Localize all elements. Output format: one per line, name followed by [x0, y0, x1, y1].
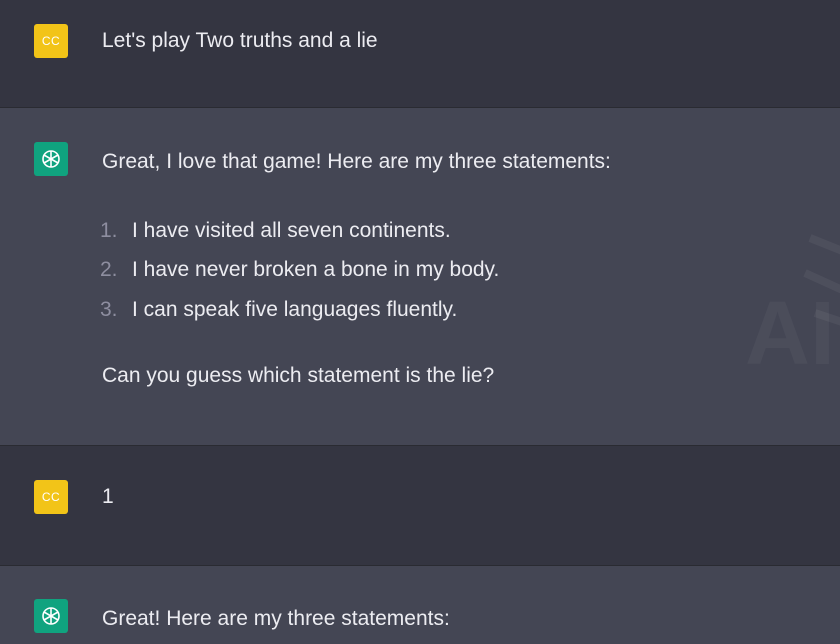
- user-avatar: CC: [34, 24, 68, 58]
- user-message-text: 1: [102, 485, 114, 508]
- list-item-text: I have visited all seven continents.: [132, 218, 451, 242]
- list-item: 2. I have never broken a bone in my body…: [100, 251, 499, 291]
- list-item-number: 2.: [100, 258, 118, 282]
- list-item: 1. I have visited all seven continents.: [100, 211, 499, 251]
- list-item-text: I have never broken a bone in my body.: [132, 258, 500, 282]
- list-item: 3. I can speak five languages fluently.: [100, 290, 499, 330]
- assistant-intro-text: Great! Here are my three statements:: [102, 607, 450, 630]
- assistant-message: Great! Here are my three statements:: [0, 566, 840, 644]
- assistant-avatar: [34, 142, 68, 176]
- assistant-intro-text: Great, I love that game! Here are my thr…: [102, 150, 611, 173]
- openai-logo-icon: [42, 607, 60, 625]
- openai-logo-icon: [42, 150, 60, 168]
- user-message-text: Let's play Two truths and a lie: [102, 29, 378, 52]
- list-item-text: I can speak five languages fluently.: [132, 297, 458, 321]
- user-avatar: CC: [34, 480, 68, 514]
- user-avatar-initials: CC: [41, 34, 61, 48]
- watermark-logo-icon: [803, 234, 840, 326]
- assistant-message: Great, I love that game! Here are my thr…: [0, 108, 840, 446]
- assistant-avatar: [34, 599, 68, 633]
- user-message: CC Let's play Two truths and a lie: [0, 0, 840, 108]
- list-item-number: 1.: [100, 218, 118, 242]
- statement-list: 1. I have visited all seven continents. …: [100, 211, 499, 330]
- user-avatar-initials: CC: [41, 490, 61, 504]
- list-item-number: 3.: [100, 297, 118, 321]
- assistant-outro-text: Can you guess which statement is the lie…: [102, 364, 495, 387]
- user-message: CC 1: [0, 446, 840, 566]
- chat-thread: CC Let's play Two truths and a lie Great…: [0, 0, 840, 644]
